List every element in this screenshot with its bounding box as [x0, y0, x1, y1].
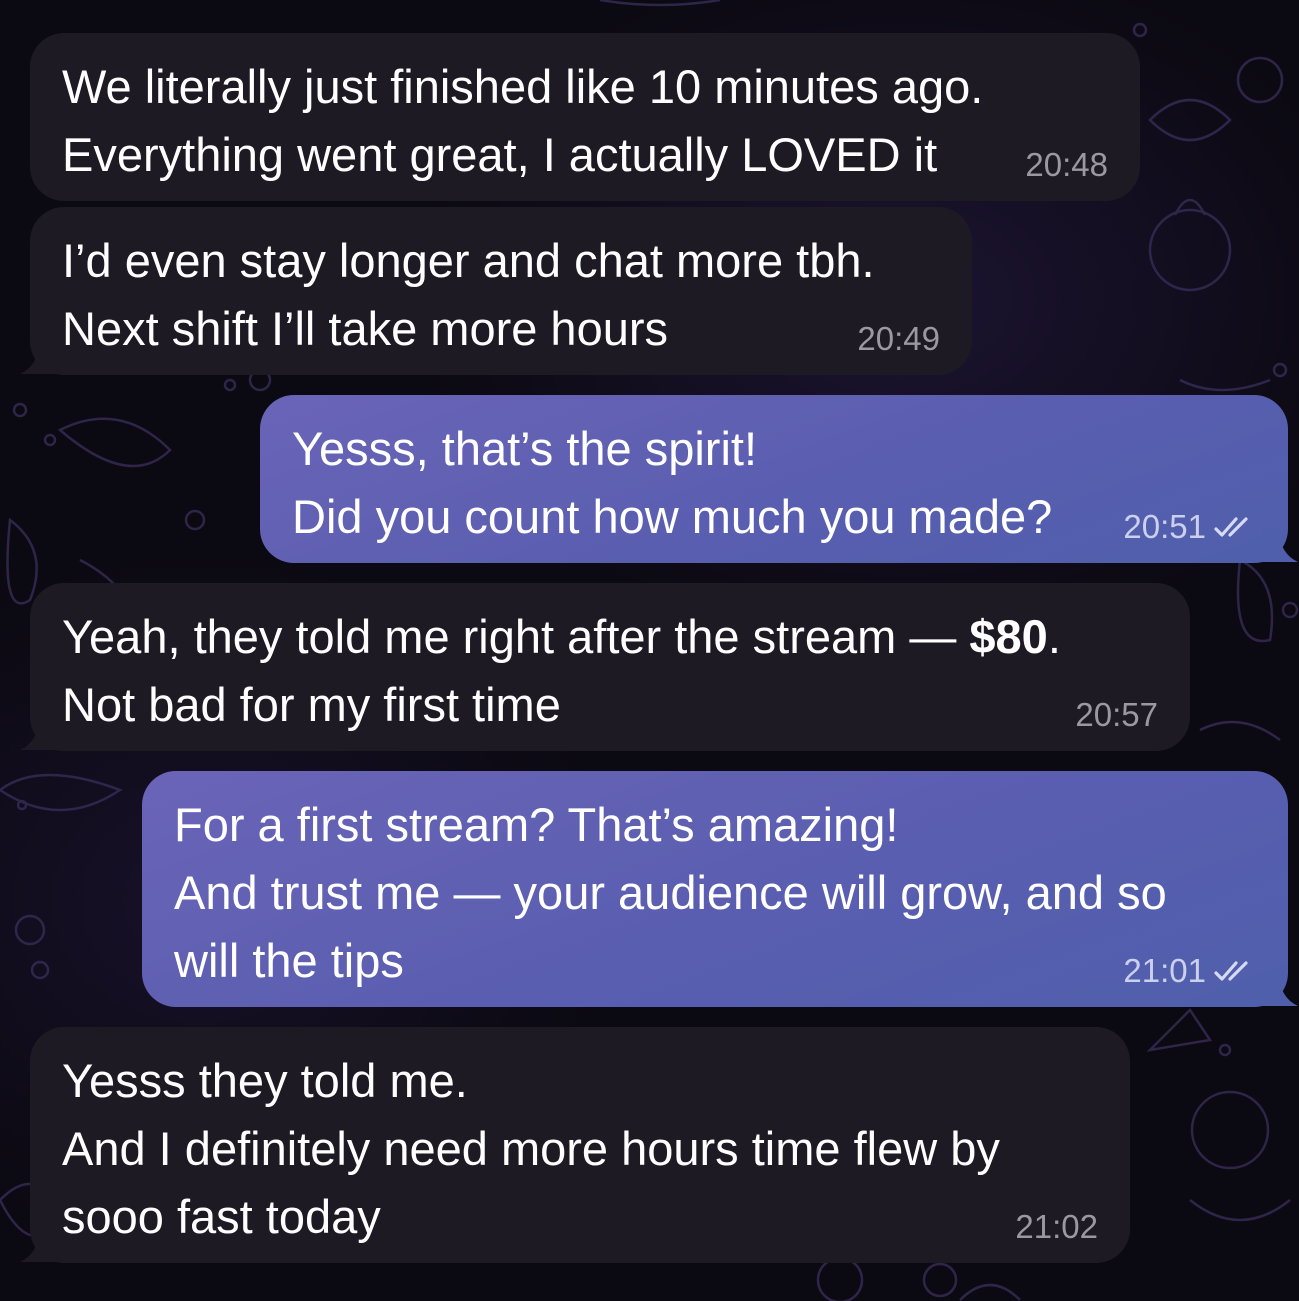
- message-text-line: Next shift I’ll take more hours: [62, 302, 668, 355]
- message-meta: 20:51: [1123, 509, 1256, 545]
- message-text-line: Did you count how much you made?: [292, 490, 1053, 543]
- message-meta: 20:49: [857, 321, 940, 357]
- message-meta: 20:48: [1025, 147, 1108, 183]
- double-check-icon: [1214, 517, 1248, 537]
- double-check-icon: [1214, 961, 1248, 981]
- message-text-line: And trust me — your audience will grow, …: [174, 866, 1167, 919]
- message-text-line: We literally just finished like 10 minut…: [62, 60, 984, 113]
- message-time: 21:01: [1123, 952, 1206, 989]
- bubble-tail-outgoing: [1262, 972, 1298, 1006]
- message-text-line: For a first stream? That’s amazing!: [174, 798, 899, 851]
- message-bubble-incoming[interactable]: Yesss they told me. And I definitely nee…: [30, 1027, 1130, 1263]
- bubble-tail-outgoing: [1262, 528, 1298, 562]
- message-meta: 21:02: [1015, 1209, 1098, 1245]
- message-time: 20:51: [1123, 508, 1206, 545]
- message-time: 20:48: [1025, 146, 1108, 183]
- message-text-line: sooo fast today: [62, 1190, 381, 1243]
- message-meta: 21:01: [1123, 953, 1256, 989]
- message-meta: 20:57: [1075, 697, 1158, 733]
- message-bubble-incoming[interactable]: Yeah, they told me right after the strea…: [30, 583, 1190, 751]
- message-bubble-outgoing[interactable]: For a first stream? That’s amazing! And …: [142, 771, 1288, 1007]
- message-text-line: Yesss they told me.: [62, 1054, 468, 1107]
- message-text-line: Everything went great, I actually LOVED …: [62, 128, 938, 181]
- message-text-line: Yesss, that’s the spirit!: [292, 422, 758, 475]
- bubble-tail-incoming: [20, 340, 56, 374]
- message-bubble-incoming[interactable]: We literally just finished like 10 minut…: [30, 33, 1140, 201]
- message-bubble-incoming[interactable]: I’d even stay longer and chat more tbh. …: [30, 207, 972, 375]
- message-text-line: Not bad for my first time: [62, 678, 561, 731]
- message-time: 20:57: [1075, 696, 1158, 733]
- message-amount-emphasis: $80: [969, 610, 1048, 663]
- message-text-line: will the tips: [174, 934, 404, 987]
- bubble-tail-incoming: [20, 1228, 56, 1262]
- message-text-line: I’d even stay longer and chat more tbh.: [62, 234, 875, 287]
- bubble-tail-incoming: [20, 716, 56, 750]
- message-text-line: And I definitely need more hours time fl…: [62, 1122, 1000, 1175]
- message-bubble-outgoing[interactable]: Yesss, that’s the spirit! Did you count …: [260, 395, 1288, 563]
- message-text-fragment: .: [1047, 610, 1061, 663]
- message-text-line: Yeah, they told me right after the strea…: [62, 603, 1158, 671]
- message-text-fragment: Yeah, they told me right after the strea…: [62, 610, 970, 663]
- message-time: 20:49: [857, 320, 940, 357]
- message-time: 21:02: [1015, 1208, 1098, 1245]
